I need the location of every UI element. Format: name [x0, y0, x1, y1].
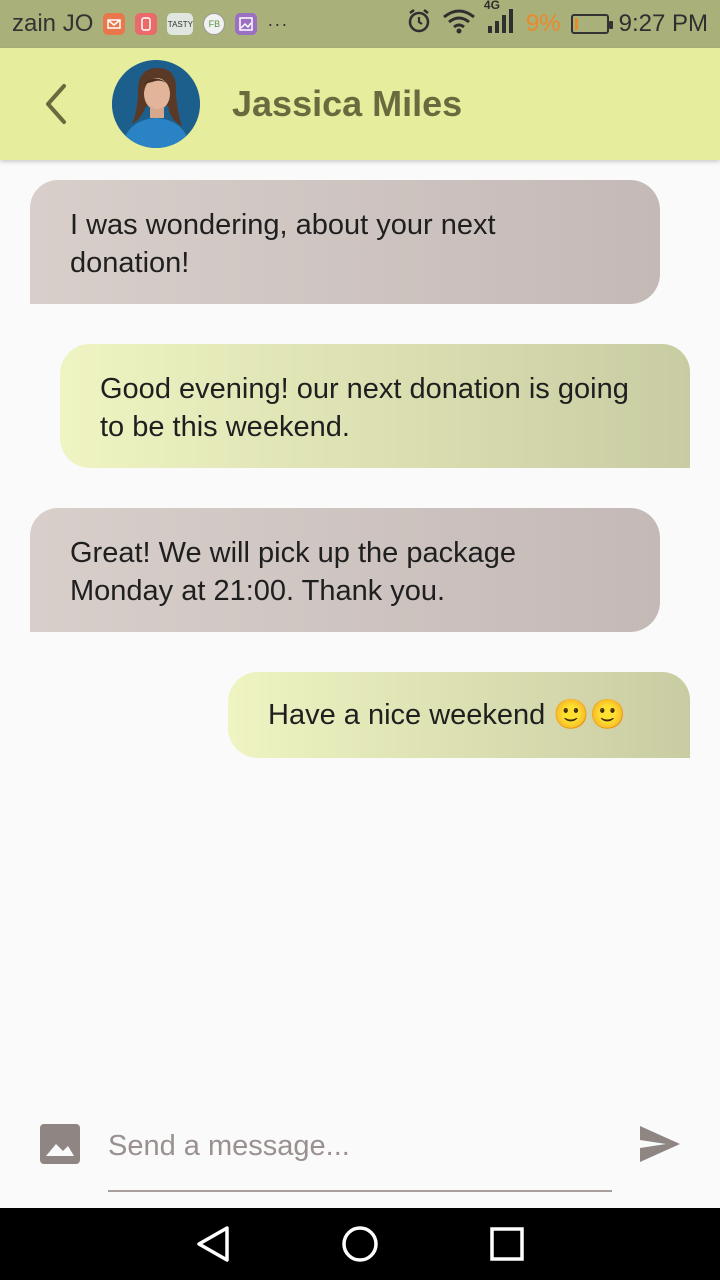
wifi-icon	[442, 8, 476, 41]
status-time: 9:27 PM	[618, 10, 708, 37]
message-list[interactable]: I was wondering, about your next donatio…	[0, 160, 720, 1100]
status-left: zain JO TASTY FB ···	[12, 10, 288, 38]
message-bubble-outgoing: Have a nice weekend 🙂🙂	[228, 672, 690, 758]
contact-name: Jassica Miles	[232, 83, 463, 124]
nav-recents-button[interactable]	[485, 1222, 529, 1266]
battery-percent: 9%	[525, 10, 561, 37]
message-composer	[0, 1100, 720, 1208]
app-icon	[135, 13, 158, 35]
nav-back-button[interactable]	[191, 1222, 235, 1266]
home-circle-icon	[342, 1226, 378, 1262]
chat-header: Jassica Miles	[0, 48, 720, 160]
status-bar: zain JO TASTY FB ··· 4G 9% 9:27 PM	[0, 0, 720, 48]
alarm-icon	[406, 8, 432, 41]
status-right: 4G 9% 9:27 PM	[406, 0, 708, 41]
recents-square-icon	[489, 1227, 524, 1261]
attach-image-button[interactable]	[38, 1122, 82, 1166]
back-button[interactable]	[26, 74, 86, 134]
gallery-icon	[235, 13, 258, 35]
back-triangle-icon	[197, 1226, 230, 1262]
message-input[interactable]	[108, 1118, 612, 1174]
contact-avatar[interactable]	[112, 60, 200, 148]
send-icon	[640, 1126, 680, 1162]
signal-icon: 4G	[484, 0, 516, 41]
system-nav-bar	[0, 1208, 720, 1280]
message-bubble-incoming: Great! We will pick up the package Monda…	[30, 508, 660, 632]
battery-icon	[570, 14, 613, 34]
image-icon	[40, 1124, 80, 1164]
message-bubble-outgoing: Good evening! our next donation is going…	[60, 344, 690, 468]
nav-home-button[interactable]	[338, 1222, 382, 1266]
carrier-name: zain JO	[12, 10, 94, 37]
chevron-left-icon	[46, 84, 66, 124]
tasty-icon: TASTY	[167, 13, 194, 35]
input-underline	[108, 1190, 612, 1192]
fb-icon: FB	[203, 13, 226, 35]
mail-icon	[103, 13, 126, 35]
send-button[interactable]	[636, 1122, 684, 1166]
message-bubble-incoming: I was wondering, about your next donatio…	[30, 180, 660, 304]
more-notifications-icon: ···	[267, 13, 289, 34]
network-type: 4G	[483, 0, 500, 12]
